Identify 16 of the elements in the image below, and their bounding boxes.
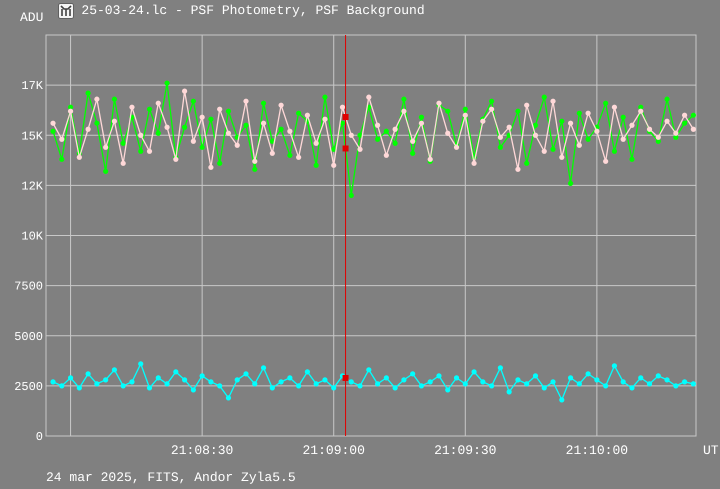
footer-caption: 24 mar 2025, FITS, Andor Zyla5.5 (46, 470, 296, 485)
x-tick-label: 21:09:30 (434, 443, 496, 458)
window-title: 25-03-24.lc - PSF Photometry, PSF Background (81, 3, 425, 19)
axis-label: UT (703, 443, 719, 458)
y-tick-label: 10K (21, 230, 43, 244)
x-tick-label: 21:09:00 (302, 443, 365, 458)
y-tick-label: 2500 (14, 380, 43, 394)
y-tick-label: 5000 (14, 330, 43, 344)
y-tick-label: 15K (21, 129, 43, 144)
y-tick-label: 7500 (14, 280, 43, 294)
y-tick-label: 0 (36, 430, 43, 444)
axis-label: ADU (20, 10, 44, 26)
y-tick-label: 12K (21, 179, 43, 194)
y-tick-label: 17K (21, 79, 43, 94)
x-tick-label: 21:10:00 (566, 443, 628, 458)
x-tick-label: 21:08:30 (170, 443, 234, 458)
